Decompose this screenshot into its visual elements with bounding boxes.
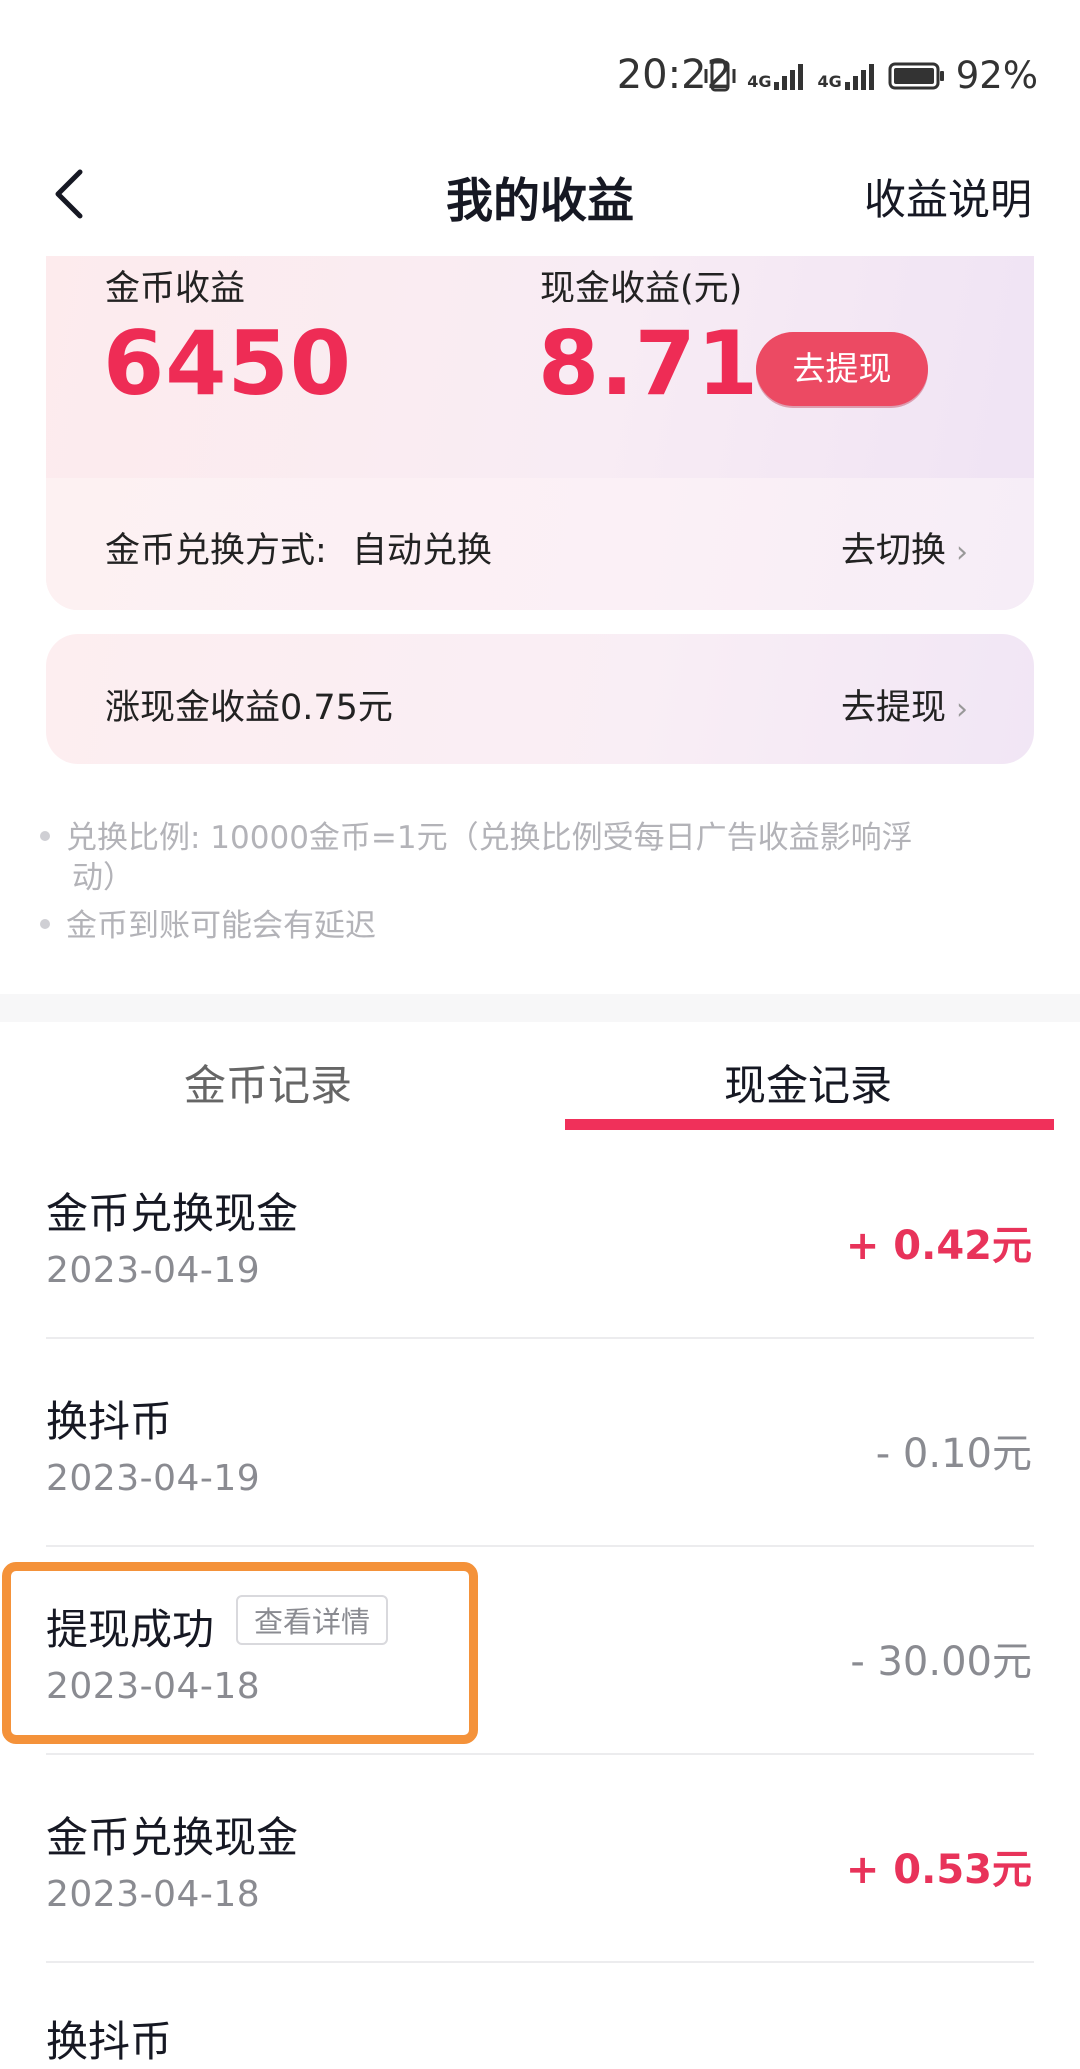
note-delay: 金币到账可能会有延迟 <box>40 906 376 946</box>
record-title: 金币兑换现金 <box>46 1813 299 1862</box>
promo-withdraw-link[interactable]: 去提现 › <box>841 679 968 730</box>
highlight-box <box>2 1562 478 1744</box>
record-amount: + 0.42元 <box>845 1223 1032 1269</box>
chevron-right-icon: › <box>956 535 968 570</box>
active-tab-indicator <box>565 1119 1054 1130</box>
signal-icon: 4G <box>747 62 807 90</box>
divider <box>46 1961 1034 1963</box>
cash-earnings-label: 现金收益(元) <box>540 269 743 309</box>
divider <box>46 1337 1034 1339</box>
status-time: 20:22 <box>616 52 732 98</box>
note-line-1-cont: 动） <box>72 860 134 896</box>
note-exchange-ratio: 兑换比例: 10000金币=1元（兑换比例受每日广告收益影响浮 <box>40 818 913 858</box>
exchange-method-value: 自动兑换 <box>351 531 492 571</box>
earnings-explanation-link[interactable]: 收益说明 <box>864 166 1032 227</box>
status-icons: 4G 4G 92% <box>703 54 1038 97</box>
record-date: 2023-04-19 <box>46 1458 261 1499</box>
record-amount: + 0.53元 <box>845 1847 1032 1893</box>
record-date: 2023-04-18 <box>46 1874 261 1915</box>
record-title: 换抖币 <box>46 1397 173 1446</box>
cash-earnings-value: 8.71 <box>538 312 760 415</box>
promo-text: 涨现金收益0.75元 <box>105 688 393 728</box>
signal-icon: 4G <box>817 62 877 90</box>
switch-link-label: 去切换 <box>840 531 946 571</box>
record-amount: - 0.10元 <box>875 1431 1032 1477</box>
network-type-1: 4G <box>747 71 772 91</box>
record-title: 换抖币 <box>46 2017 173 2066</box>
coin-earnings-value: 6450 <box>103 312 352 415</box>
coin-earnings-label: 金币收益 <box>105 269 246 309</box>
promo-withdraw-label: 去提现 <box>840 688 946 728</box>
battery-percent: 92% <box>955 54 1038 97</box>
record-date: 2023-04-19 <box>46 1250 261 1291</box>
switch-link[interactable]: 去切换 › <box>841 522 968 573</box>
withdraw-button[interactable]: 去提现 <box>756 332 928 406</box>
exchange-method-label: 金币兑换方式: <box>105 531 327 571</box>
divider <box>46 1753 1034 1755</box>
vibrate-icon <box>704 60 736 91</box>
battery-icon <box>888 62 944 89</box>
tab-coin-records[interactable]: 金币记录 <box>184 1052 352 1113</box>
bullet-icon <box>40 830 50 841</box>
record-title: 金币兑换现金 <box>46 1189 299 1238</box>
note-line-2: 金币到账可能会有延迟 <box>66 908 376 944</box>
tab-cash-records[interactable]: 现金记录 <box>724 1052 892 1113</box>
exchange-method-text: 金币兑换方式: 自动兑换 <box>105 522 492 573</box>
section-separator <box>0 994 1080 1022</box>
note-line-1: 兑换比例: 10000金币=1元（兑换比例受每日广告收益影响浮 <box>66 820 913 856</box>
network-type-2: 4G <box>817 71 842 91</box>
record-amount: - 30.00元 <box>850 1639 1032 1685</box>
chevron-right-icon: › <box>956 692 968 727</box>
divider <box>46 1545 1034 1547</box>
bullet-icon <box>40 918 50 929</box>
